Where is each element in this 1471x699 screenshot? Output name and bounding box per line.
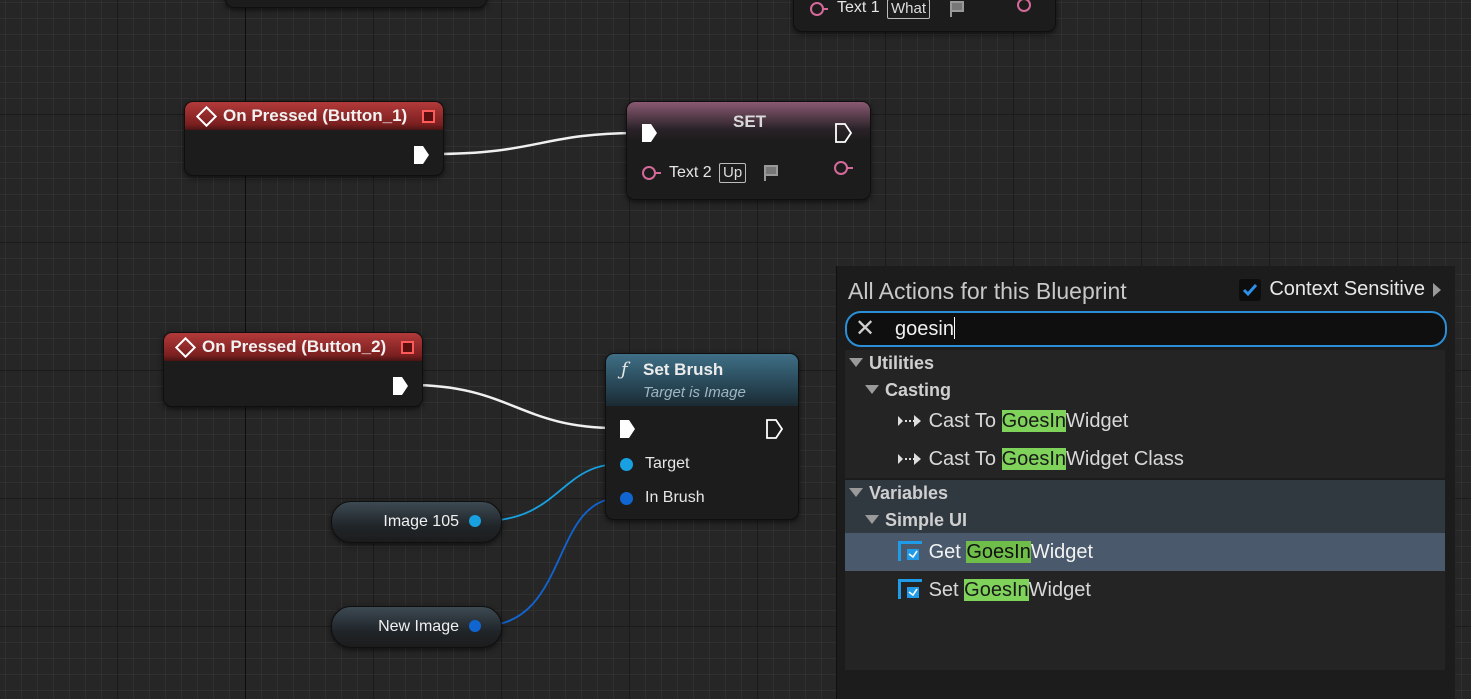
set-brush-subtitle: Target is Image [643, 384, 746, 401]
event-node-header: On Pressed (Button_1) [185, 102, 443, 130]
tree-category-utilities[interactable]: Utilities [849, 353, 1449, 374]
event-node-button1[interactable]: On Pressed (Button_1) [184, 101, 444, 176]
clear-search-icon[interactable]: ✕ [855, 317, 875, 341]
exec-out-pin-icon[interactable] [392, 376, 410, 396]
exec-wire-2 [409, 383, 617, 430]
pin-tag-what[interactable]: What [887, 0, 931, 19]
text-caret [953, 317, 955, 339]
set-brush-header: ƒ Set Brush Target is Image [606, 354, 798, 406]
search-input[interactable]: ✕ goesin [845, 311, 1447, 347]
cast-icon [898, 415, 921, 427]
search-value[interactable]: goesin [895, 318, 954, 340]
brush-pin-icon[interactable] [620, 492, 633, 505]
event-node-button2[interactable]: On Pressed (Button_2) [163, 332, 423, 407]
exec-out-pin-icon[interactable] [413, 145, 431, 165]
flag-icon[interactable] [763, 165, 779, 181]
text-pin-icon[interactable] [809, 1, 829, 17]
set-brush-node[interactable]: ƒ Set Brush Target is Image Target In Br… [605, 353, 799, 520]
pin-label-in-brush: In Brush [645, 489, 705, 506]
exec-wire-1 [431, 131, 641, 156]
event-icon [174, 336, 197, 358]
set-node-text2[interactable]: SET Text 2 Up [626, 101, 871, 200]
pin-tag-up[interactable]: Up [719, 163, 747, 183]
collapse-arrow-icon[interactable] [865, 515, 879, 524]
action-menu: All Actions for this Blueprint Context S… [836, 266, 1455, 699]
object-wire [481, 463, 621, 522]
collapse-arrow-icon[interactable] [849, 358, 863, 367]
action-item-set-goesinwidget[interactable]: Set GoesInWidget [897, 578, 1471, 602]
tree-category-variables[interactable]: Variables [849, 483, 1449, 504]
partial-set-node-text1[interactable]: Text 1 What [793, 0, 1056, 32]
set-node-title: SET [733, 112, 767, 131]
event-icon [195, 105, 218, 127]
get-variable-icon [898, 541, 922, 561]
tree-category-casting[interactable]: Casting [865, 380, 1465, 401]
set-brush-title: Set Brush [643, 360, 724, 379]
action-item-cast-to-widget[interactable]: Cast To GoesInWidget [897, 410, 1471, 433]
tree-category-simple-ui[interactable]: Simple UI [865, 510, 1465, 531]
text-pin-icon[interactable] [641, 165, 663, 181]
exec-out-pin-icon[interactable] [835, 123, 853, 143]
event-node-title: On Pressed (Button_1) [223, 106, 408, 125]
partial-node-top-left[interactable] [225, 0, 487, 8]
flag-icon[interactable] [949, 1, 965, 17]
delegate-pin-icon[interactable] [401, 341, 414, 354]
checkmark-icon [1243, 283, 1258, 296]
target-pin-icon[interactable] [620, 458, 633, 471]
object-pin-icon[interactable] [469, 515, 481, 527]
delegate-pin-icon[interactable] [422, 110, 435, 123]
variable-node-image105[interactable]: Image 105 [331, 501, 502, 543]
pin-label-target: Target [645, 455, 690, 472]
context-sensitive-toggle[interactable]: Context Sensitive [1239, 278, 1441, 301]
context-sensitive-label: Context Sensitive [1269, 278, 1425, 300]
variable-label: Image 105 [383, 513, 459, 530]
collapse-arrow-icon[interactable] [865, 385, 879, 394]
brush-wire [481, 497, 621, 627]
collapse-arrow-icon[interactable] [849, 488, 863, 497]
brush-pin-icon[interactable] [469, 620, 481, 632]
exec-in-pin-icon[interactable] [641, 123, 659, 143]
function-icon: ƒ [621, 359, 628, 380]
context-sensitive-checkbox[interactable] [1239, 278, 1262, 301]
action-menu-title: All Actions for this Blueprint [848, 278, 1127, 304]
pin-label-text1: Text 1 [837, 0, 880, 16]
event-node-title: On Pressed (Button_2) [202, 337, 387, 356]
expand-arrow-icon[interactable] [1433, 282, 1441, 297]
variable-label: New Image [378, 618, 459, 635]
set-variable-icon [898, 579, 922, 599]
event-node-header: On Pressed (Button_2) [164, 333, 422, 361]
action-item-get-goesinwidget[interactable]: Get GoesInWidget [897, 540, 1471, 564]
exec-in-pin-icon[interactable] [619, 419, 637, 439]
pin-label-text2: Text 2 [669, 164, 712, 181]
exec-out-pin-icon[interactable] [766, 419, 784, 439]
cast-icon [898, 453, 921, 465]
text-out-pin-icon[interactable] [1016, 0, 1036, 13]
action-item-cast-to-widget-class[interactable]: Cast To GoesInWidget Class [897, 448, 1471, 471]
variable-node-new-image[interactable]: New Image [331, 606, 502, 648]
text-out-pin-icon[interactable] [833, 160, 855, 176]
